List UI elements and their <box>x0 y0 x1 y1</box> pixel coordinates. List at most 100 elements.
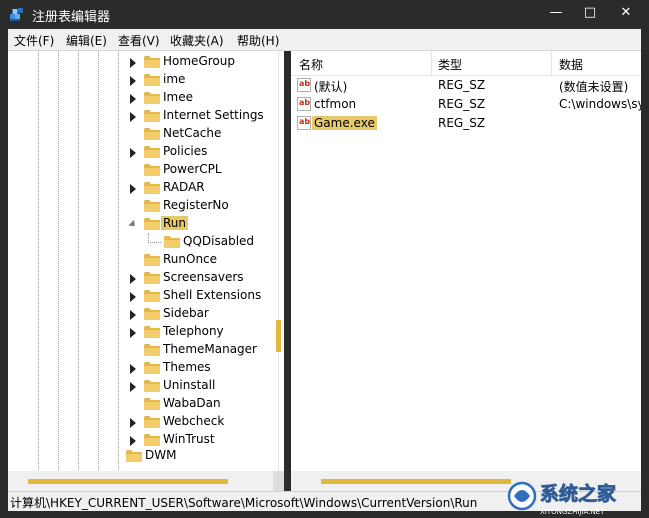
folder-icon <box>144 326 160 338</box>
folder-icon <box>144 272 160 284</box>
menu-file[interactable]: 文件(F) <box>14 32 54 49</box>
expand-arrow-icon[interactable] <box>130 382 136 392</box>
list-item[interactable]: ab (默认) REG_SZ (数值未设置) <box>291 76 641 95</box>
tree-item-policies[interactable]: Policies <box>8 143 278 161</box>
list-item-selected[interactable]: ab Game.exe REG_SZ <box>291 114 641 133</box>
tree-item-powercpl[interactable]: PowerCPL <box>8 161 278 179</box>
column-type[interactable]: 类型 <box>438 56 462 73</box>
expand-arrow-icon[interactable] <box>130 292 136 302</box>
registry-app-icon <box>10 8 23 21</box>
tree-item-label: Policies <box>163 144 208 158</box>
tree-item-screensavers[interactable]: Screensavers <box>8 269 278 287</box>
tree-item-wabadan[interactable]: WabaDan <box>8 395 278 413</box>
folder-icon <box>144 74 160 86</box>
tree-item-sidebar[interactable]: Sidebar <box>8 305 278 323</box>
folder-icon <box>144 416 160 428</box>
expand-arrow-icon[interactable] <box>130 58 136 68</box>
expand-arrow-icon[interactable] <box>130 184 136 194</box>
folder-icon <box>144 434 160 446</box>
expand-arrow-icon[interactable] <box>130 364 136 374</box>
tree-item-radar[interactable]: RADAR <box>8 179 278 197</box>
maximize-button[interactable]: □ <box>574 0 606 26</box>
expand-arrow-icon[interactable] <box>130 94 136 104</box>
tree-vertical-scrollbar[interactable] <box>273 51 284 471</box>
expand-arrow-icon[interactable] <box>130 328 136 338</box>
value-type: REG_SZ <box>438 116 486 130</box>
tree-item-netcache[interactable]: NetCache <box>8 125 278 143</box>
expand-arrow-icon[interactable] <box>130 76 136 86</box>
menu-edit[interactable]: 编辑(E) <box>66 32 107 49</box>
scroll-track <box>278 51 279 471</box>
watermark-subtext: XITONGZHIJIA.NET <box>540 508 605 516</box>
list-item[interactable]: ab ctfmon REG_SZ C:\windows\sys <box>291 95 641 114</box>
tree-item-thememanager[interactable]: ThemeManager <box>8 341 278 359</box>
column-name[interactable]: 名称 <box>299 56 323 73</box>
tree-item-ime[interactable]: ime <box>8 71 278 89</box>
column-separator[interactable] <box>431 51 432 75</box>
tree-item-registerno[interactable]: RegisterNo <box>8 197 278 215</box>
expand-arrow-icon[interactable] <box>130 112 136 122</box>
tree-item-shell-extensions[interactable]: Shell Extensions <box>8 287 278 305</box>
tree-item-homegroup[interactable]: HomeGroup <box>8 53 278 71</box>
tree-item-label: Webcheck <box>163 414 225 428</box>
expand-arrow-icon[interactable] <box>130 436 136 446</box>
menu-view[interactable]: 查看(V) <box>118 32 160 49</box>
pane-splitter[interactable] <box>284 51 291 491</box>
tree-item-label: WinTrust <box>163 432 215 446</box>
scrollbar-corner <box>273 471 284 491</box>
tree-item-label: Uninstall <box>163 378 216 392</box>
tree-item-internet-settings[interactable]: Internet Settings <box>8 107 278 125</box>
folder-icon <box>144 398 160 410</box>
tree-item-label: HomeGroup <box>163 54 235 68</box>
key-tree-pane[interactable]: HomeGroup ime Imee Internet Settings NetCach… <box>8 51 284 491</box>
collapse-arrow-icon[interactable] <box>128 219 138 230</box>
tree-item-themes[interactable]: Themes <box>8 359 278 377</box>
folder-icon <box>144 344 160 356</box>
tree-item-imee[interactable]: Imee <box>8 89 278 107</box>
window-title: 注册表编辑器 <box>32 10 111 25</box>
expand-arrow-icon[interactable] <box>130 310 136 320</box>
column-data[interactable]: 数据 <box>559 56 583 73</box>
expand-arrow-icon[interactable] <box>130 148 136 158</box>
scroll-thumb[interactable] <box>28 479 228 484</box>
folder-icon <box>144 56 160 68</box>
tree-item-label: ThemeManager <box>163 342 257 356</box>
folder-icon <box>144 146 160 158</box>
tree-item-webcheck[interactable]: Webcheck <box>8 413 278 431</box>
menu-help[interactable]: 帮助(H) <box>237 32 279 49</box>
menu-favorites[interactable]: 收藏夹(A) <box>170 32 224 49</box>
folder-icon <box>144 362 160 374</box>
close-button[interactable]: ✕ <box>610 0 642 26</box>
tree-item-run[interactable]: Run <box>8 215 278 233</box>
folder-icon <box>126 450 142 462</box>
minimize-button[interactable]: — <box>540 0 572 26</box>
tree-item-qqdisabled[interactable]: QQDisabled <box>8 233 278 251</box>
folder-icon <box>144 380 160 392</box>
tree-item-dwm[interactable]: DWM <box>8 447 278 465</box>
tree-item-label: DWM <box>145 448 177 462</box>
value-type: REG_SZ <box>438 97 486 111</box>
tree-item-uninstall[interactable]: Uninstall <box>8 377 278 395</box>
tree-item-label: Imee <box>163 90 193 104</box>
menu-bar: 文件(F) 编辑(E) 查看(V) 收藏夹(A) 帮助(H) <box>8 29 641 51</box>
value-type: REG_SZ <box>438 78 486 92</box>
tree-horizontal-scrollbar[interactable] <box>8 471 273 491</box>
value-name: ctfmon <box>314 97 357 111</box>
tree-item-label: QQDisabled <box>183 234 255 248</box>
tree-item-label: WabaDan <box>163 396 221 410</box>
tree-item-label: Sidebar <box>163 306 209 320</box>
tree-item-telephony[interactable]: Telephony <box>8 323 278 341</box>
folder-icon <box>144 200 160 212</box>
column-separator[interactable] <box>551 51 552 75</box>
expand-arrow-icon[interactable] <box>130 418 136 428</box>
expand-arrow-icon[interactable] <box>130 274 136 284</box>
scroll-thumb[interactable] <box>321 479 511 484</box>
tree-item-label: Themes <box>163 360 211 374</box>
tree-item-label: Run <box>161 216 189 230</box>
title-bar[interactable]: 注册表编辑器 — □ ✕ <box>0 0 649 29</box>
values-list-pane[interactable]: 名称 类型 数据 ab (默认) REG_SZ (数值未设置) ab ctfmo… <box>291 51 641 491</box>
scroll-thumb[interactable] <box>276 320 281 352</box>
tree-item-label: Shell Extensions <box>163 288 262 302</box>
tree-item-label: PowerCPL <box>163 162 222 176</box>
tree-item-runonce[interactable]: RunOnce <box>8 251 278 269</box>
